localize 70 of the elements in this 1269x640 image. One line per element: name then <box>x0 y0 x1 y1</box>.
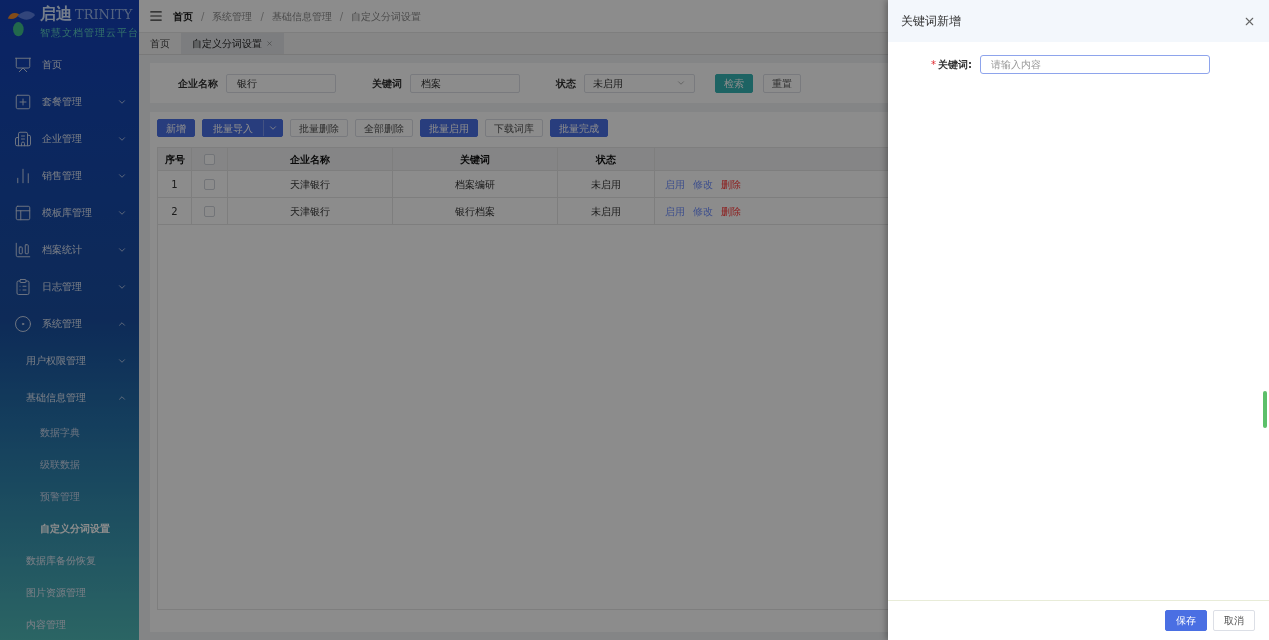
sidebar-item[interactable]: 数据字典 <box>0 416 139 448</box>
page-tab[interactable]: 首页 <box>139 33 181 54</box>
required-mark: * <box>931 58 936 72</box>
breadcrumb-item[interactable]: 首页 <box>173 8 193 24</box>
sidebar-item[interactable]: 预警管理 <box>0 480 139 512</box>
action-link[interactable]: 修改 <box>693 203 713 219</box>
action-link[interactable]: 修改 <box>693 176 713 192</box>
filter-label: 企业名称 <box>178 76 218 91</box>
cancel-button[interactable]: 取消 <box>1213 610 1255 631</box>
column-header: 状态 <box>558 148 655 170</box>
drawer-title: 关键词新增 <box>901 13 961 30</box>
breadcrumb-separator: / <box>201 9 205 24</box>
sidebar-item[interactable]: 模板库管理 <box>0 194 139 231</box>
sidebar-item[interactable]: 自定义分词设置 <box>0 512 139 544</box>
save-button[interactable]: 保存 <box>1165 610 1207 631</box>
sidebar-item[interactable]: 基础信息管理 <box>0 379 139 416</box>
table-cell: 天津银行 <box>228 171 393 197</box>
column-header: 关键词 <box>393 148 558 170</box>
sidebar-item[interactable]: 套餐管理 <box>0 83 139 120</box>
action-link[interactable]: 启用 <box>665 203 685 219</box>
table-cell: 1 <box>158 171 192 197</box>
chevron-down-icon <box>676 78 686 88</box>
sidebar-item[interactable]: 档案统计 <box>0 231 139 268</box>
table-cell: 未启用 <box>558 171 655 197</box>
table-cell: 天津银行 <box>228 198 393 224</box>
table-cell: 未启用 <box>558 198 655 224</box>
toolbar-button[interactable]: 新增 <box>157 119 195 137</box>
breadcrumb-separator: / <box>260 9 264 24</box>
action-link[interactable]: 删除 <box>721 203 741 219</box>
scroll-thumb[interactable] <box>1263 391 1267 428</box>
table-cell: 档案编研 <box>393 171 558 197</box>
sidebar-item[interactable]: 图片资源管理 <box>0 576 139 608</box>
breadcrumb-separator: / <box>339 9 344 24</box>
filter-field[interactable]: 档案 <box>410 73 520 93</box>
page-tab[interactable]: 自定义分词设置 <box>181 33 284 54</box>
checkbox[interactable] <box>204 205 215 217</box>
sidebar-item[interactable]: 企业管理 <box>0 120 139 157</box>
toolbar-button[interactable]: 批量完成 <box>550 119 608 137</box>
logo-name: 启迪 <box>40 6 72 22</box>
import-split-button[interactable]: 批量导入 <box>202 119 283 137</box>
sidebar-item[interactable]: 用户权限管理 <box>0 342 139 379</box>
reset-button[interactable]: 重置 <box>763 73 801 93</box>
sidebar-item[interactable]: 日志管理 <box>0 268 139 305</box>
filter-label: 状态 <box>556 76 576 91</box>
column-header: 企业名称 <box>228 148 393 170</box>
toolbar-button[interactable]: 批量删除 <box>290 119 348 137</box>
column-header: 序号 <box>158 148 192 170</box>
table-cell: 2 <box>158 198 192 224</box>
sidebar-item[interactable]: 销售管理 <box>0 157 139 194</box>
logo-tagline: 智慧文档管理云平台 <box>40 26 139 40</box>
search-button[interactable]: 检索 <box>715 73 753 93</box>
keyword-field[interactable]: 请输入内容 <box>980 55 1210 74</box>
checkbox[interactable] <box>204 153 215 165</box>
field-label: 关键词: <box>938 58 972 72</box>
sidebar-item[interactable]: 系统管理 <box>0 305 139 342</box>
table-cell: 银行档案 <box>393 198 558 224</box>
action-link[interactable]: 启用 <box>665 176 685 192</box>
sidebar-item[interactable]: 级联数据 <box>0 448 139 480</box>
sidebar-item[interactable]: 首页 <box>0 46 139 83</box>
toolbar-button[interactable]: 下载词库 <box>485 119 543 137</box>
filter-field[interactable]: 银行 <box>226 73 336 93</box>
filter-label: 关键词 <box>372 76 402 91</box>
toolbar-button[interactable]: 全部删除 <box>355 119 413 137</box>
checkbox[interactable] <box>204 178 215 190</box>
action-link[interactable]: 删除 <box>721 176 741 192</box>
toolbar-button[interactable]: 批量启用 <box>420 119 478 137</box>
caret-icon <box>268 123 278 133</box>
status-select[interactable]: 未启用 <box>584 73 695 93</box>
sidebar-item[interactable]: 数据库备份恢复 <box>0 544 139 576</box>
logo-brand: TRINITY <box>75 8 133 21</box>
